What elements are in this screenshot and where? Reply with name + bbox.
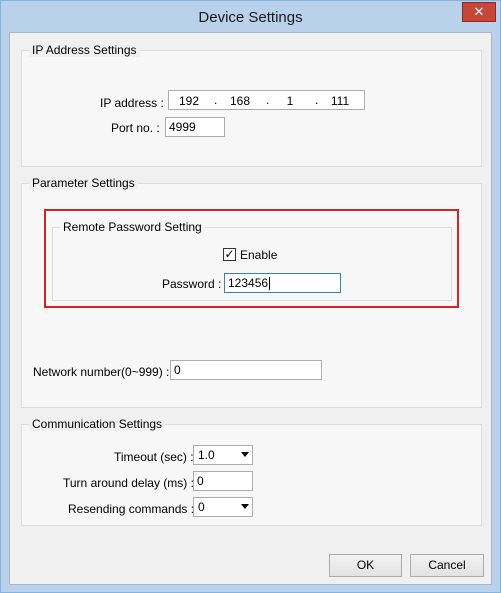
ip-octet-2: 168 (229, 94, 251, 108)
turnaround-delay-label: Turn around delay (ms) : (63, 476, 194, 490)
ip-dot-3: . (315, 93, 319, 107)
cancel-button[interactable]: Cancel (410, 554, 484, 577)
ip-octet-4: 111 (330, 94, 350, 108)
timeout-label: Timeout (sec) : (114, 450, 194, 464)
ip-address-input[interactable]: 192 . 168 . 1 . 111 (168, 90, 365, 110)
ip-octet-3: 1 (286, 94, 294, 108)
dialog-body: IP Address Settings IP address : 192 . 1… (9, 32, 492, 585)
ip-dot-2: . (266, 93, 270, 107)
ip-address-settings-label: IP Address Settings (29, 43, 140, 57)
port-label: Port no. : (111, 121, 160, 135)
network-number-label: Network number(0~999) : (33, 365, 170, 379)
chevron-down-icon (241, 452, 249, 457)
communication-settings-group: Communication Settings Timeout (sec) : 1… (21, 417, 482, 526)
ip-octet-1: 192 (178, 94, 200, 108)
port-input[interactable]: 4999 (165, 117, 225, 137)
title-bar[interactable]: Device Settings ✕ (1, 1, 500, 33)
device-settings-window: Device Settings ✕ IP Address Settings IP… (0, 0, 501, 593)
window-title: Device Settings (198, 9, 303, 26)
ip-dot-1: . (214, 93, 218, 107)
timeout-select[interactable]: 1.0 (193, 445, 253, 465)
resending-commands-value: 0 (198, 500, 205, 514)
ip-address-label: IP address : (100, 96, 164, 110)
turnaround-delay-input[interactable]: 0 (193, 471, 253, 491)
chevron-down-icon (241, 504, 249, 509)
highlight-box (44, 209, 459, 308)
communication-settings-label: Communication Settings (29, 417, 166, 431)
close-button[interactable]: ✕ (462, 2, 496, 22)
network-number-input[interactable]: 0 (170, 360, 322, 380)
ip-address-settings-group: IP Address Settings IP address : 192 . 1… (21, 43, 482, 167)
resending-commands-select[interactable]: 0 (193, 497, 253, 517)
resending-commands-label: Resending commands : (68, 502, 195, 516)
timeout-value: 1.0 (198, 448, 215, 462)
ok-button[interactable]: OK (329, 554, 402, 577)
parameter-settings-label: Parameter Settings (29, 176, 138, 190)
